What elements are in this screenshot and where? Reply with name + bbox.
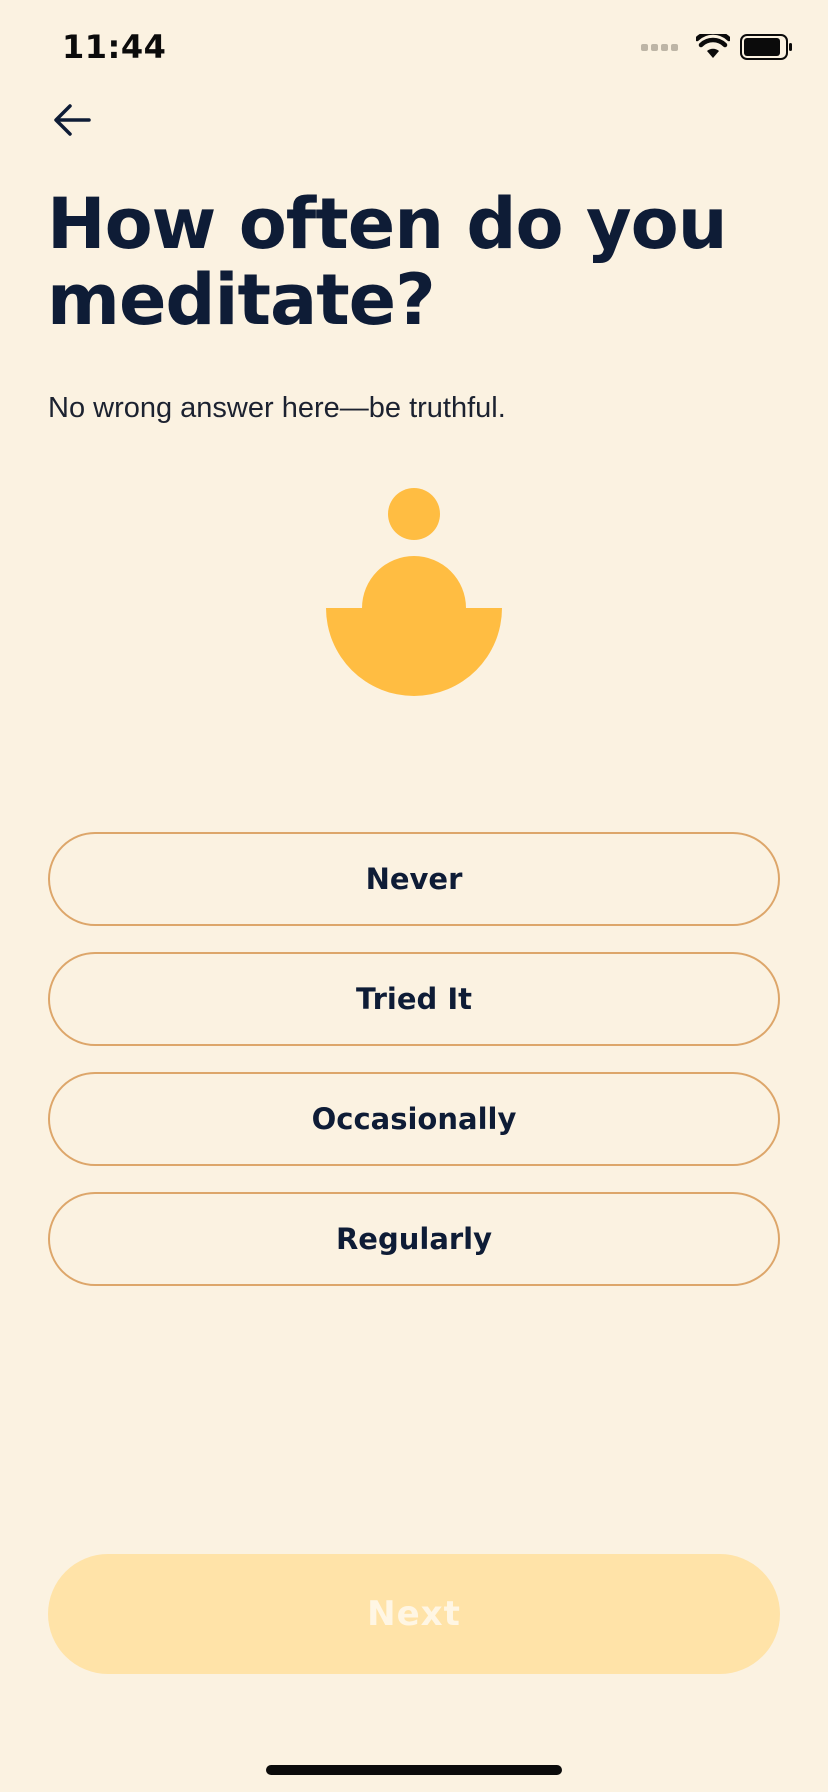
option-regularly-button[interactable]: Regularly	[48, 1192, 780, 1286]
option-tried-it-button[interactable]: Tried It	[48, 952, 780, 1046]
cellular-signal-icon	[641, 43, 678, 51]
page-title: How often do you meditate?	[47, 183, 728, 341]
battery-icon	[740, 34, 792, 60]
next-button[interactable]: Next	[48, 1554, 780, 1674]
status-icons	[641, 34, 794, 60]
option-occasionally-button[interactable]: Occasionally	[48, 1072, 780, 1166]
answer-options: Never Tried It Occasionally Regularly	[48, 832, 780, 1286]
option-never-button[interactable]: Never	[48, 832, 780, 926]
home-indicator	[266, 1765, 562, 1775]
page-subtitle: No wrong answer here—be truthful.	[48, 392, 506, 424]
back-button[interactable]	[44, 96, 100, 144]
meditating-figure-icon	[324, 486, 504, 698]
status-bar: 11:44	[0, 0, 828, 100]
wifi-icon	[696, 34, 730, 58]
status-time: 11:44	[62, 28, 167, 66]
arrow-left-icon	[54, 104, 91, 136]
